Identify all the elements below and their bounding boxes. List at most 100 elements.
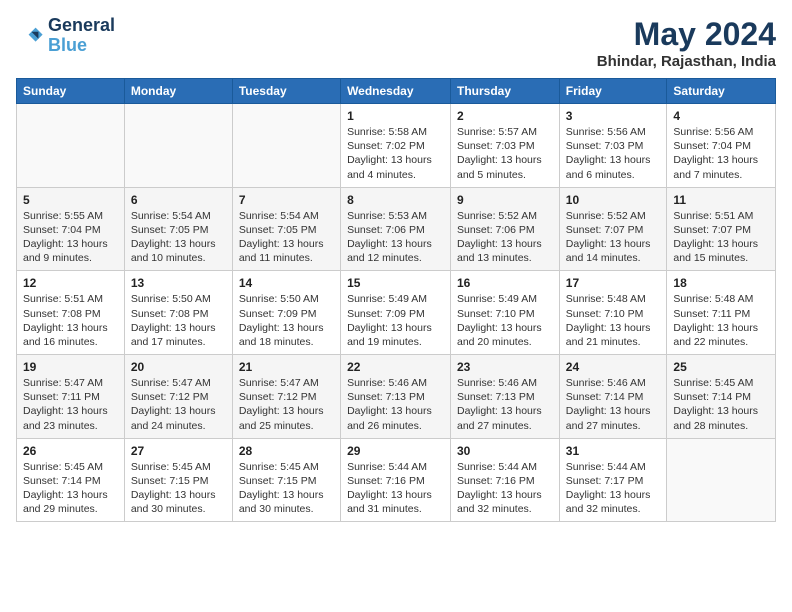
cell-text: Sunset: 7:04 PM [673, 139, 769, 153]
cell-text: Daylight: 13 hours [239, 321, 334, 335]
cell-text: Sunset: 7:14 PM [23, 474, 118, 488]
day-number: 13 [131, 276, 226, 290]
logo-line2: Blue [48, 36, 115, 56]
calendar-cell: 16Sunrise: 5:49 AMSunset: 7:10 PMDayligh… [451, 271, 560, 355]
cell-text: Daylight: 13 hours [23, 404, 118, 418]
calendar-week-row: 19Sunrise: 5:47 AMSunset: 7:11 PMDayligh… [17, 355, 776, 439]
main-title: May 2024 [597, 16, 776, 53]
calendar-week-row: 5Sunrise: 5:55 AMSunset: 7:04 PMDaylight… [17, 187, 776, 271]
cell-text: Daylight: 13 hours [457, 237, 553, 251]
cell-text: Daylight: 13 hours [347, 153, 444, 167]
cell-text: Daylight: 13 hours [566, 404, 661, 418]
cell-text: Daylight: 13 hours [566, 237, 661, 251]
cell-text: Sunrise: 5:45 AM [23, 460, 118, 474]
cell-text: Sunrise: 5:47 AM [131, 376, 226, 390]
cell-text: and 14 minutes. [566, 251, 661, 265]
cell-text: and 30 minutes. [239, 502, 334, 516]
cell-text: Sunrise: 5:47 AM [239, 376, 334, 390]
cell-text: and 6 minutes. [566, 168, 661, 182]
day-number: 23 [457, 360, 553, 374]
day-number: 29 [347, 444, 444, 458]
calendar-week-row: 12Sunrise: 5:51 AMSunset: 7:08 PMDayligh… [17, 271, 776, 355]
cell-text: Daylight: 13 hours [131, 237, 226, 251]
cell-text: and 7 minutes. [673, 168, 769, 182]
cell-text: Sunset: 7:08 PM [131, 307, 226, 321]
cell-text: and 9 minutes. [23, 251, 118, 265]
calendar-cell [17, 104, 125, 188]
cell-text: Sunset: 7:17 PM [566, 474, 661, 488]
calendar-cell: 23Sunrise: 5:46 AMSunset: 7:13 PMDayligh… [451, 355, 560, 439]
calendar-cell: 13Sunrise: 5:50 AMSunset: 7:08 PMDayligh… [124, 271, 232, 355]
cell-text: Sunset: 7:12 PM [239, 390, 334, 404]
cell-text: and 31 minutes. [347, 502, 444, 516]
cell-text: Sunset: 7:05 PM [239, 223, 334, 237]
cell-text: Daylight: 13 hours [347, 237, 444, 251]
cell-text: Sunrise: 5:46 AM [457, 376, 553, 390]
day-number: 9 [457, 193, 553, 207]
cell-text: Daylight: 13 hours [347, 321, 444, 335]
cell-text: Sunset: 7:04 PM [23, 223, 118, 237]
logo: General Blue [16, 16, 115, 56]
day-number: 31 [566, 444, 661, 458]
calendar-cell [124, 104, 232, 188]
cell-text: and 32 minutes. [457, 502, 553, 516]
weekday-header: Saturday [667, 79, 776, 104]
calendar-table: SundayMondayTuesdayWednesdayThursdayFrid… [16, 78, 776, 522]
cell-text: Sunrise: 5:52 AM [457, 209, 553, 223]
cell-text: Sunrise: 5:56 AM [673, 125, 769, 139]
subtitle: Bhindar, Rajasthan, India [597, 53, 776, 70]
day-number: 27 [131, 444, 226, 458]
weekday-header-row: SundayMondayTuesdayWednesdayThursdayFrid… [17, 79, 776, 104]
cell-text: Sunset: 7:08 PM [23, 307, 118, 321]
day-number: 4 [673, 109, 769, 123]
cell-text: Sunrise: 5:51 AM [673, 209, 769, 223]
calendar-cell: 20Sunrise: 5:47 AMSunset: 7:12 PMDayligh… [124, 355, 232, 439]
day-number: 17 [566, 276, 661, 290]
calendar-cell: 30Sunrise: 5:44 AMSunset: 7:16 PMDayligh… [451, 438, 560, 522]
cell-text: Sunset: 7:12 PM [131, 390, 226, 404]
calendar-cell: 12Sunrise: 5:51 AMSunset: 7:08 PMDayligh… [17, 271, 125, 355]
cell-text: Daylight: 13 hours [23, 237, 118, 251]
cell-text: Sunset: 7:09 PM [347, 307, 444, 321]
day-number: 16 [457, 276, 553, 290]
cell-text: Daylight: 13 hours [23, 321, 118, 335]
day-number: 2 [457, 109, 553, 123]
calendar-cell: 9Sunrise: 5:52 AMSunset: 7:06 PMDaylight… [451, 187, 560, 271]
day-number: 3 [566, 109, 661, 123]
cell-text: and 13 minutes. [457, 251, 553, 265]
cell-text: Sunrise: 5:48 AM [673, 292, 769, 306]
cell-text: and 16 minutes. [23, 335, 118, 349]
cell-text: Daylight: 13 hours [673, 404, 769, 418]
cell-text: and 11 minutes. [239, 251, 334, 265]
weekday-header: Thursday [451, 79, 560, 104]
cell-text: Sunset: 7:11 PM [673, 307, 769, 321]
calendar-cell: 28Sunrise: 5:45 AMSunset: 7:15 PMDayligh… [232, 438, 340, 522]
calendar-cell: 26Sunrise: 5:45 AMSunset: 7:14 PMDayligh… [17, 438, 125, 522]
cell-text: Daylight: 13 hours [239, 404, 334, 418]
day-number: 19 [23, 360, 118, 374]
day-number: 28 [239, 444, 334, 458]
cell-text: Sunrise: 5:44 AM [566, 460, 661, 474]
calendar-cell: 11Sunrise: 5:51 AMSunset: 7:07 PMDayligh… [667, 187, 776, 271]
cell-text: Sunset: 7:13 PM [347, 390, 444, 404]
cell-text: Sunrise: 5:47 AM [23, 376, 118, 390]
cell-text: Sunrise: 5:50 AM [239, 292, 334, 306]
day-number: 21 [239, 360, 334, 374]
cell-text: Sunset: 7:07 PM [566, 223, 661, 237]
cell-text: Sunset: 7:15 PM [131, 474, 226, 488]
cell-text: Sunrise: 5:44 AM [457, 460, 553, 474]
cell-text: Sunrise: 5:49 AM [457, 292, 553, 306]
cell-text: Sunset: 7:02 PM [347, 139, 444, 153]
cell-text: Sunrise: 5:48 AM [566, 292, 661, 306]
calendar-cell: 31Sunrise: 5:44 AMSunset: 7:17 PMDayligh… [559, 438, 667, 522]
cell-text: and 15 minutes. [673, 251, 769, 265]
calendar-week-row: 1Sunrise: 5:58 AMSunset: 7:02 PMDaylight… [17, 104, 776, 188]
calendar-cell: 7Sunrise: 5:54 AMSunset: 7:05 PMDaylight… [232, 187, 340, 271]
cell-text: Daylight: 13 hours [673, 153, 769, 167]
cell-text: and 19 minutes. [347, 335, 444, 349]
cell-text: and 18 minutes. [239, 335, 334, 349]
cell-text: Sunset: 7:13 PM [457, 390, 553, 404]
logo-icon [16, 22, 44, 50]
day-number: 1 [347, 109, 444, 123]
day-number: 30 [457, 444, 553, 458]
